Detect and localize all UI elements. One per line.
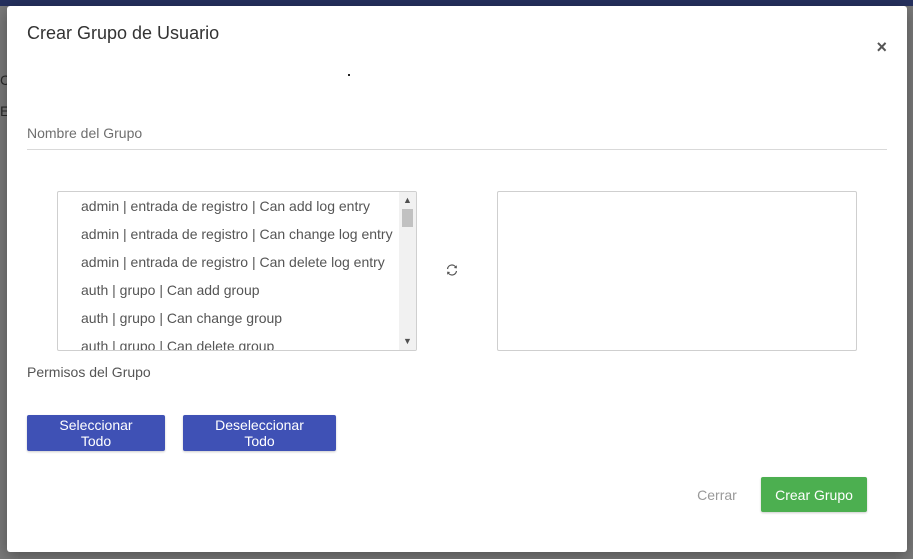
- permission-option[interactable]: auth | grupo | Can change group: [58, 304, 399, 332]
- create-group-button[interactable]: Crear Grupo: [761, 477, 867, 512]
- permission-option[interactable]: admin | entrada de registro | Can delete…: [58, 248, 399, 276]
- refresh-icon[interactable]: [445, 263, 459, 277]
- chevron-up-icon[interactable]: ▲: [399, 192, 416, 209]
- scroll-thumb[interactable]: [402, 209, 413, 227]
- selected-permissions-list[interactable]: [497, 191, 857, 351]
- permission-option[interactable]: auth | grupo | Can add group: [58, 276, 399, 304]
- permission-option[interactable]: auth | grupo | Can delete group: [58, 332, 399, 350]
- deselect-all-button[interactable]: Deseleccionar Todo: [183, 415, 336, 451]
- group-name-input[interactable]: [27, 116, 887, 150]
- available-permissions-list[interactable]: admin | entrada de registro | Can add lo…: [57, 191, 417, 351]
- permission-option[interactable]: admin | entrada de registro | Can add lo…: [58, 192, 399, 220]
- permissions-label: Permisos del Grupo: [27, 364, 151, 380]
- close-icon[interactable]: ×: [876, 38, 887, 56]
- stray-dot: [348, 74, 350, 76]
- permission-option[interactable]: admin | entrada de registro | Can change…: [58, 220, 399, 248]
- cancel-button[interactable]: Cerrar: [687, 477, 747, 513]
- select-all-button[interactable]: Seleccionar Todo: [27, 415, 165, 451]
- scrollbar[interactable]: ▲ ▼: [399, 192, 416, 350]
- dialog-title: Crear Grupo de Usuario: [27, 23, 220, 43]
- chevron-down-icon[interactable]: ▼: [399, 333, 416, 350]
- permissions-options: admin | entrada de registro | Can add lo…: [58, 192, 399, 350]
- create-group-dialog: Crear Grupo de Usuario × admin | entrada…: [7, 6, 907, 552]
